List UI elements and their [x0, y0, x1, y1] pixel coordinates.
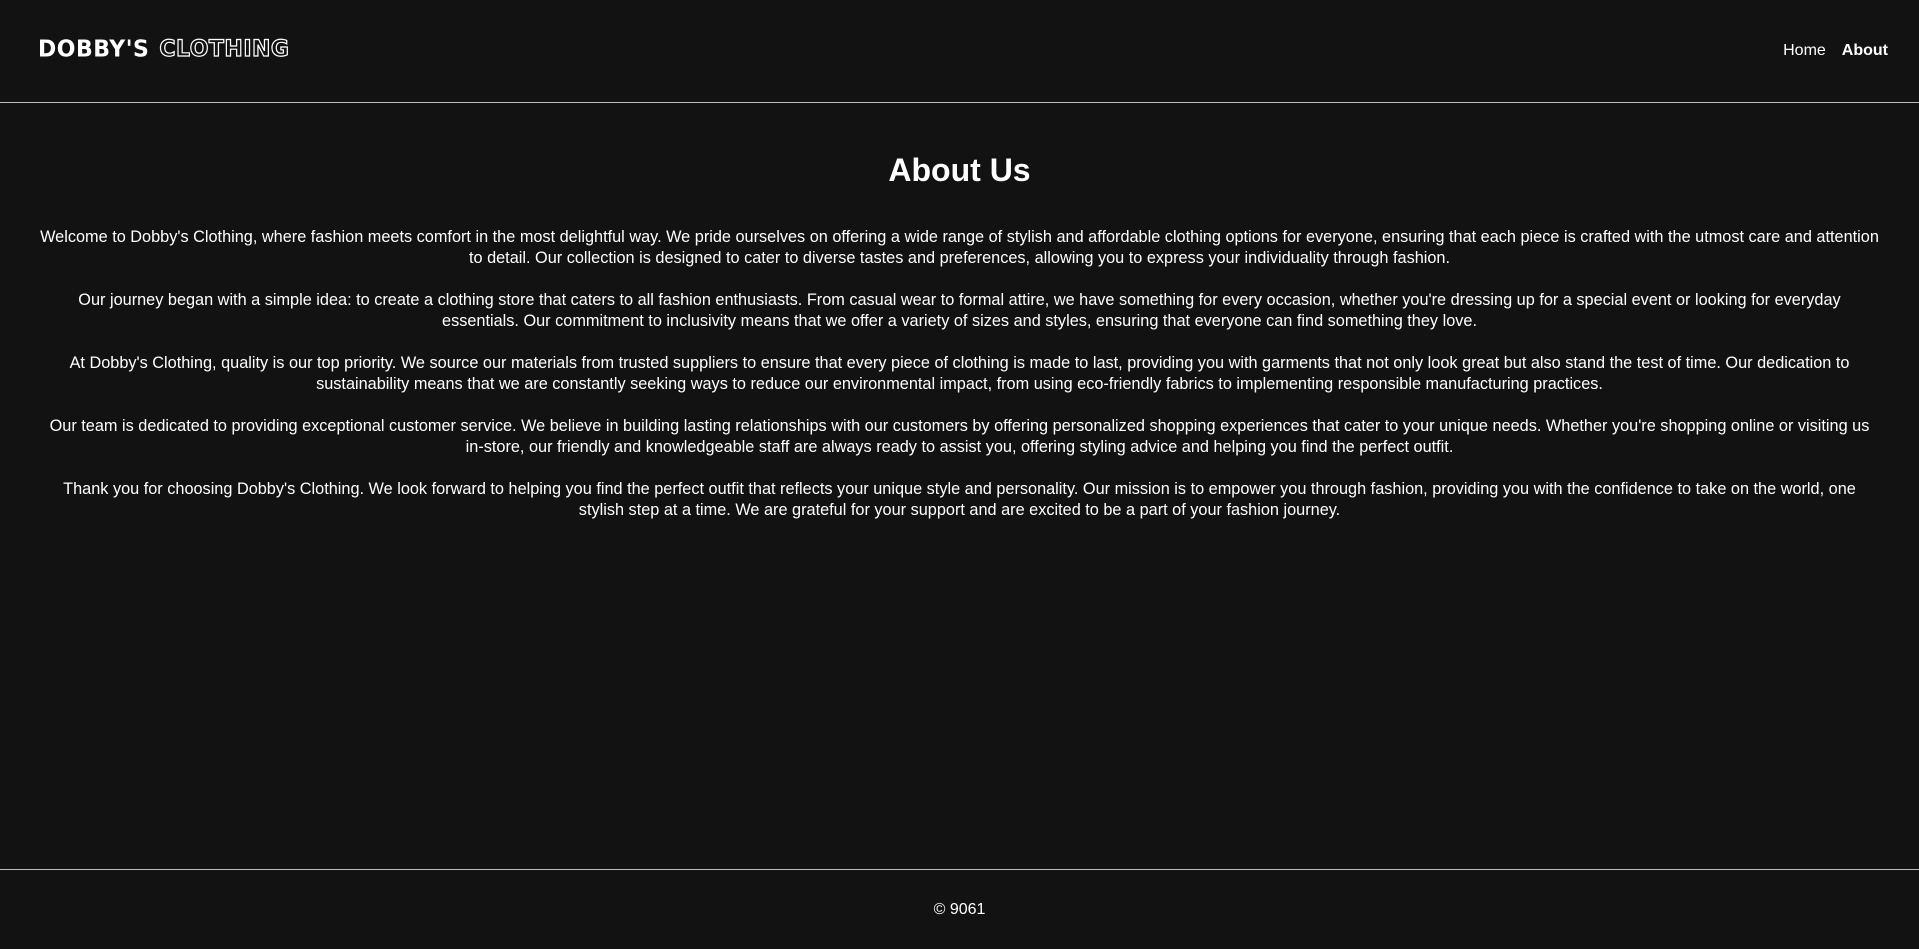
site-header: DOBBY'S CLOTHING Home About — [0, 0, 1919, 103]
page-title: About Us — [888, 152, 1031, 188]
about-paragraph: At Dobby's Clothing, quality is our top … — [69, 354, 1850, 393]
about-paragraph: Our team is dedicated to providing excep… — [49, 417, 1870, 456]
copyright-text: © 9061 — [933, 901, 986, 918]
logo[interactable]: DOBBY'S CLOTHING — [38, 34, 290, 64]
logo-text-outline: CLOTHING — [159, 36, 290, 62]
about-content: Welcome to Dobby's Clothing, where fashi… — [0, 227, 1919, 521]
nav-link-about[interactable]: About — [1842, 42, 1888, 60]
logo-text-bold: DOBBY'S — [38, 35, 150, 63]
about-paragraph: Welcome to Dobby's Clothing, where fashi… — [40, 228, 1879, 267]
site-footer: © 9061 — [0, 869, 1919, 949]
nav-link-home[interactable]: Home — [1783, 42, 1826, 60]
about-section: About Us Welcome to Dobby's Clothing, wh… — [0, 103, 1919, 542]
about-paragraph: Thank you for choosing Dobby's Clothing.… — [63, 480, 1856, 519]
main-nav: Home About — [1783, 42, 1888, 60]
about-paragraph: Our journey began with a simple idea: to… — [78, 291, 1841, 330]
